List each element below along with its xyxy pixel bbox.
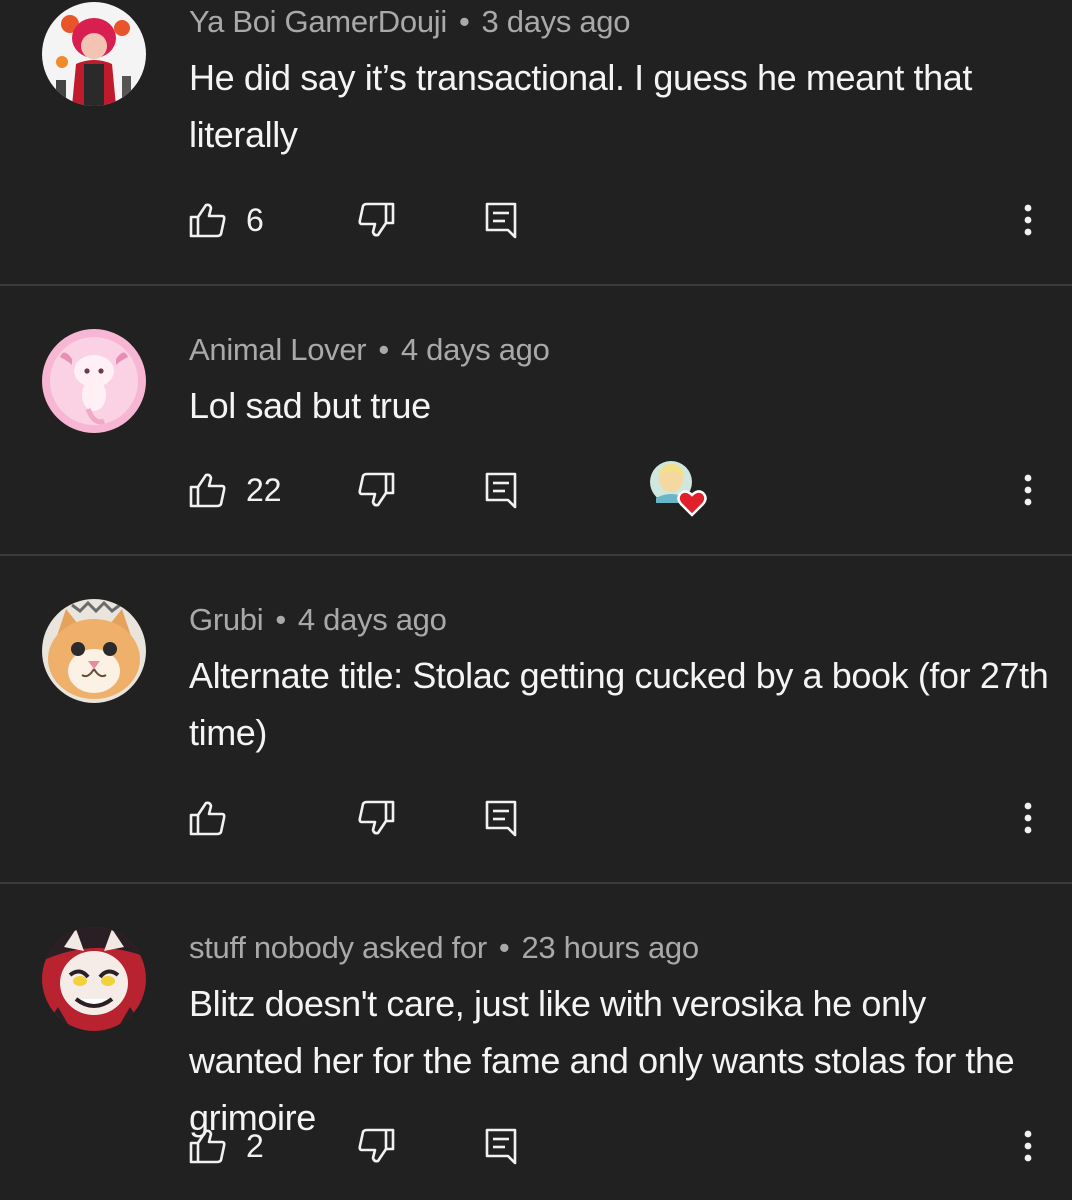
- comment-meta: Ya Boi GamerDouji • 3 days ago: [189, 4, 630, 40]
- comment-actions: 2: [0, 1116, 1072, 1176]
- divider: [0, 882, 1072, 884]
- reply-icon: [485, 472, 517, 509]
- reply-icon: [485, 202, 517, 239]
- dislike-button[interactable]: [356, 460, 396, 520]
- more-options-button[interactable]: [1010, 460, 1046, 520]
- thumbs-down-icon: [358, 202, 395, 237]
- divider: [0, 284, 1072, 286]
- avatar[interactable]: [42, 2, 146, 106]
- avatar-image: [42, 927, 146, 1031]
- more-options-button[interactable]: [1010, 1116, 1046, 1176]
- separator-dot: •: [458, 4, 470, 39]
- avatar[interactable]: [42, 329, 146, 433]
- avatar[interactable]: [42, 927, 146, 1031]
- comment-time: 3 days ago: [481, 4, 631, 39]
- thumbs-up-icon: [189, 473, 226, 508]
- author-name[interactable]: stuff nobody asked for: [189, 930, 487, 965]
- author-name[interactable]: Animal Lover: [189, 332, 367, 367]
- dislike-button[interactable]: [356, 788, 396, 848]
- like-count: 2: [246, 1127, 264, 1164]
- like-count: 6: [246, 201, 264, 238]
- author-name[interactable]: Grubi: [189, 602, 264, 637]
- separator-dot: •: [275, 602, 286, 637]
- comment-meta: stuff nobody asked for • 23 hours ago: [189, 930, 699, 966]
- like-button[interactable]: 2: [188, 1116, 264, 1176]
- comment-text: Lol sad but true: [189, 385, 431, 426]
- reply-button[interactable]: [484, 460, 518, 520]
- like-button[interactable]: [188, 788, 246, 848]
- reply-button[interactable]: [484, 1116, 518, 1176]
- like-button[interactable]: 22: [188, 460, 282, 520]
- avatar-image: [42, 329, 146, 433]
- reply-icon: [485, 800, 517, 837]
- comment-meta: Animal Lover • 4 days ago: [189, 332, 550, 368]
- separator-dot: •: [378, 332, 389, 367]
- comment-time: 23 hours ago: [521, 930, 699, 965]
- more-vert-icon: [1024, 802, 1032, 834]
- reply-button[interactable]: [484, 788, 518, 848]
- creator-heart-badge: [648, 460, 710, 520]
- comment-text: He did say it’s transactional. I guess h…: [189, 57, 972, 155]
- dislike-button[interactable]: [356, 190, 396, 250]
- thumbs-up-icon: [189, 1129, 226, 1164]
- avatar-image: [42, 599, 146, 703]
- reply-button[interactable]: [484, 190, 518, 250]
- reply-icon: [485, 1128, 517, 1165]
- thumbs-down-icon: [358, 472, 395, 507]
- more-vert-icon: [1024, 204, 1032, 236]
- comment-meta: Grubi • 4 days ago: [189, 602, 447, 638]
- thumbs-up-icon: [189, 203, 226, 238]
- author-name[interactable]: Ya Boi GamerDouji: [189, 4, 447, 39]
- comment-text: Alternate title: Stolac getting cucked b…: [189, 655, 1049, 753]
- comment-feed: Ya Boi GamerDouji • 3 days ago He did say …: [0, 0, 1072, 1200]
- creator-heart-icon: [650, 461, 707, 517]
- dislike-button[interactable]: [356, 1116, 396, 1176]
- like-count: 22: [246, 471, 282, 508]
- divider: [0, 554, 1072, 556]
- comment-actions: [0, 788, 1072, 848]
- more-vert-icon: [1024, 474, 1032, 506]
- avatar-image: [42, 2, 146, 106]
- avatar[interactable]: [42, 599, 146, 703]
- more-options-button[interactable]: [1010, 190, 1046, 250]
- thumbs-up-icon: [189, 801, 226, 836]
- thumbs-down-icon: [358, 1128, 395, 1163]
- more-vert-icon: [1024, 1130, 1032, 1162]
- like-button[interactable]: 6: [188, 190, 264, 250]
- more-options-button[interactable]: [1010, 788, 1046, 848]
- comment-time: 4 days ago: [297, 602, 447, 637]
- comment-time: 4 days ago: [400, 332, 550, 367]
- thumbs-down-icon: [358, 800, 395, 835]
- comment-actions: 6: [0, 190, 1072, 250]
- separator-dot: •: [498, 930, 510, 965]
- comment-actions: 22: [0, 460, 1072, 520]
